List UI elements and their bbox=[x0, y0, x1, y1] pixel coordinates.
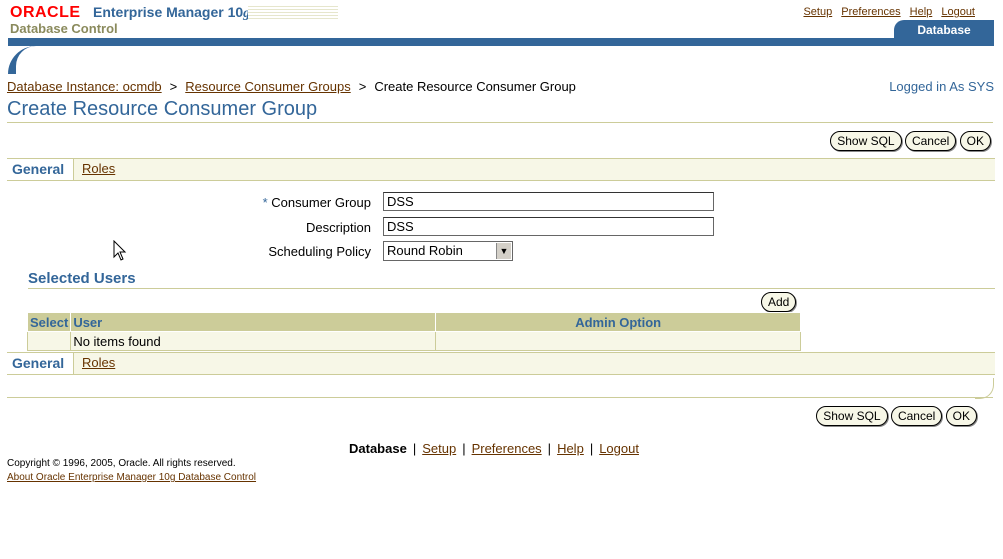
ok-button[interactable]: OK bbox=[959, 131, 991, 151]
subtabs-bottom: General Roles bbox=[7, 352, 995, 375]
logged-in-status: Logged in As SYS bbox=[889, 79, 994, 94]
footer-link-logout[interactable]: Logout bbox=[599, 441, 639, 456]
oracle-logo: ORACLE bbox=[10, 4, 81, 21]
selected-users-divider bbox=[28, 288, 995, 289]
subtab-general[interactable]: General bbox=[7, 159, 74, 180]
selected-users-title: Selected Users bbox=[28, 270, 136, 287]
breadcrumb: Database Instance: ocmdb > Resource Consum… bbox=[7, 79, 576, 94]
show-sql-button[interactable]: Show SQL bbox=[830, 131, 902, 151]
logo-stripes-decoration bbox=[248, 6, 338, 20]
table-header-row: Select User Admin Option bbox=[26, 312, 801, 332]
footer-link-preferences[interactable]: Preferences bbox=[472, 441, 542, 456]
global-link-help[interactable]: Help bbox=[910, 6, 933, 18]
cancel-button[interactable]: Cancel bbox=[904, 131, 957, 151]
product-subtitle: Database Control bbox=[10, 21, 118, 36]
footer-link-setup[interactable]: Setup bbox=[422, 441, 456, 456]
column-select: Select bbox=[26, 312, 72, 332]
ok-button-bottom[interactable]: OK bbox=[945, 406, 977, 426]
table-cell-select bbox=[26, 331, 72, 351]
footer-separator: | bbox=[462, 441, 466, 456]
required-marker: * bbox=[262, 195, 268, 210]
page-title: Create Resource Consumer Group bbox=[7, 98, 318, 120]
subtabs-top: General Roles bbox=[7, 158, 995, 181]
bottom-button-bar: Show SQL Cancel OK bbox=[816, 406, 977, 426]
footer-separator: | bbox=[589, 441, 594, 456]
table-cell-empty-message: No items found bbox=[70, 331, 437, 351]
global-link-preferences[interactable]: Preferences bbox=[841, 6, 900, 18]
scheduling-policy-value: Round Robin bbox=[387, 243, 463, 258]
footer-separator: | bbox=[547, 441, 552, 456]
product-name: Enterprise Manager 10g bbox=[93, 4, 250, 22]
copyright-text: Copyright © 1996, 2005, Oracle. All righ… bbox=[7, 458, 236, 469]
subtab-roles-bottom[interactable]: Roles bbox=[82, 353, 115, 372]
show-sql-button-bottom[interactable]: Show SQL bbox=[816, 406, 888, 426]
global-link-logout[interactable]: Logout bbox=[941, 6, 975, 18]
table-row: No items found bbox=[26, 331, 801, 351]
subtab-general-bottom[interactable]: General bbox=[7, 353, 74, 374]
dropdown-arrow-icon[interactable]: ▼ bbox=[496, 243, 511, 259]
subtab-roles[interactable]: Roles bbox=[82, 159, 115, 178]
scheduling-policy-label: Scheduling Policy bbox=[268, 244, 371, 259]
column-user: User bbox=[70, 312, 437, 332]
scheduling-policy-select[interactable]: Round Robin ▼ bbox=[383, 241, 513, 261]
breadcrumb-current: Create Resource Consumer Group bbox=[374, 79, 576, 94]
footer-current-database: Database bbox=[349, 441, 407, 456]
footer-links: Database | Setup | Preferences | Help | Logout bbox=[349, 441, 639, 456]
consumer-group-input[interactable] bbox=[383, 192, 714, 211]
footer-separator: | bbox=[412, 441, 417, 456]
consumer-group-label-text: Consumer Group bbox=[271, 195, 371, 210]
tab-database[interactable]: Database bbox=[894, 20, 994, 40]
footer-link-help[interactable]: Help bbox=[557, 441, 584, 456]
breadcrumb-separator: > bbox=[358, 79, 367, 94]
product-name-text: Enterprise Manager 10 bbox=[93, 4, 244, 20]
mouse-pointer-icon bbox=[113, 240, 127, 261]
breadcrumb-database-instance[interactable]: Database Instance: ocmdb bbox=[7, 79, 162, 94]
cancel-button-bottom[interactable]: Cancel bbox=[890, 406, 943, 426]
global-link-setup[interactable]: Setup bbox=[803, 6, 832, 18]
content-bottom-divider bbox=[7, 397, 993, 398]
selected-users-table: Select User Admin Option No items found bbox=[26, 312, 801, 351]
breadcrumb-resource-consumer-groups[interactable]: Resource Consumer Groups bbox=[185, 79, 350, 94]
about-link[interactable]: About Oracle Enterprise Manager 10g Data… bbox=[7, 472, 256, 483]
table-cell-admin bbox=[435, 331, 801, 351]
description-input[interactable] bbox=[383, 217, 714, 236]
description-label: Description bbox=[305, 220, 371, 235]
brand-bar bbox=[8, 38, 994, 46]
global-links: Setup Preferences Help Logout bbox=[797, 6, 975, 18]
add-user-button[interactable]: Add bbox=[761, 292, 797, 312]
content-curve-decoration bbox=[975, 378, 994, 399]
breadcrumb-separator: > bbox=[169, 79, 178, 94]
column-admin-option: Admin Option bbox=[435, 312, 801, 332]
title-divider bbox=[7, 122, 993, 123]
top-button-bar: Show SQL Cancel OK bbox=[830, 131, 991, 151]
consumer-group-label: * Consumer Group bbox=[171, 195, 371, 210]
